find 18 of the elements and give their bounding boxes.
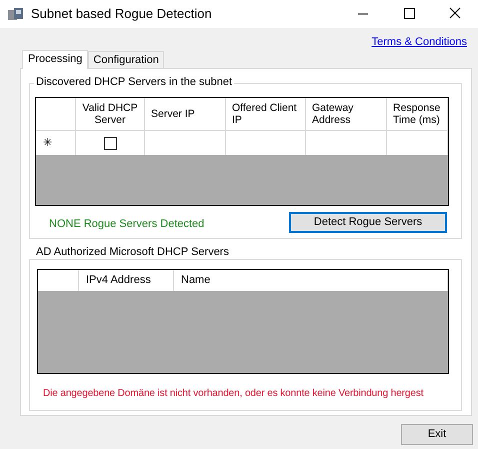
detect-button[interactable]: Detect Rogue Servers bbox=[289, 212, 447, 233]
tab[interactable]: Processing bbox=[22, 50, 88, 69]
app-icon bbox=[7, 6, 24, 22]
checkbox[interactable] bbox=[104, 136, 116, 150]
new-row-marker: ✳ bbox=[43, 136, 52, 151]
column-header[interactable]: IPv4 Address bbox=[79, 270, 174, 291]
window-title: Subnet based Rogue Detection bbox=[31, 5, 212, 24]
exit-button[interactable]: Exit bbox=[401, 424, 473, 445]
column-header[interactable]: Server IP bbox=[145, 98, 226, 130]
column-header[interactable]: Offered Client IP bbox=[226, 98, 306, 130]
column-header[interactable]: Response Time (ms) bbox=[387, 98, 448, 130]
error-message: Die angegebene Domäne ist nicht vorhanden, oder es konnte keine Verbindung hergest bbox=[43, 387, 424, 401]
column-header[interactable]: Gateway Address bbox=[306, 98, 387, 130]
tab[interactable]: Configuration bbox=[88, 51, 164, 68]
terms-link[interactable]: Terms & Conditions bbox=[372, 35, 467, 48]
column-header[interactable]: Valid DHCP Server bbox=[76, 98, 145, 130]
column-header[interactable]: Name bbox=[174, 270, 448, 291]
status-text: NONE Rogue Servers Detected bbox=[49, 217, 204, 231]
